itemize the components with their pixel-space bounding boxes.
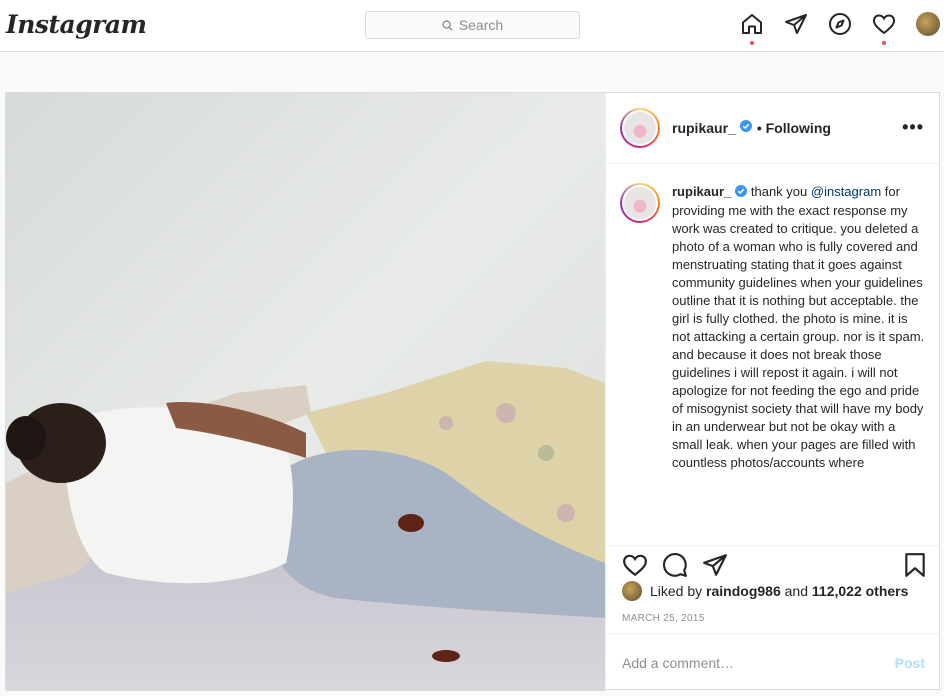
profile-avatar[interactable]	[916, 12, 940, 36]
comment-box: Add a comment… Post	[606, 633, 941, 691]
author-avatar[interactable]	[620, 108, 660, 148]
instagram-logo[interactable]: Instagram	[6, 10, 147, 39]
notification-dot	[750, 41, 754, 45]
likes-line: Liked by raindog986 and 112,022 others	[622, 581, 908, 601]
caption-username[interactable]: rupikaur_	[672, 184, 731, 199]
verified-badge-icon	[739, 119, 752, 137]
notification-dot	[882, 41, 886, 45]
comment-input[interactable]: Add a comment…	[622, 655, 895, 671]
caption-mention-link[interactable]: @instagram	[811, 184, 881, 199]
caption-avatar[interactable]	[620, 183, 660, 223]
liked-by-and: and	[784, 583, 808, 599]
direct-icon[interactable]	[784, 12, 808, 36]
caption-intro: thank you	[750, 184, 808, 199]
activity-icon[interactable]	[872, 12, 896, 45]
comment-icon[interactable]	[662, 552, 688, 578]
post-card: rupikaur_ • Following ••• rupikaur_ than…	[5, 92, 941, 691]
explore-icon[interactable]	[828, 12, 852, 36]
caption-body: for providing me with the exact response…	[672, 184, 925, 470]
verified-badge-icon	[735, 184, 748, 202]
post-date[interactable]: MARCH 25, 2015	[622, 613, 705, 624]
search-placeholder: Search	[458, 17, 504, 33]
home-icon[interactable]	[740, 12, 764, 45]
share-icon[interactable]	[702, 552, 728, 578]
liked-by-count[interactable]: 112,022 others	[812, 583, 909, 599]
post-sidebar: rupikaur_ • Following ••• rupikaur_ than…	[605, 93, 941, 691]
liked-by-prefix: Liked by	[650, 583, 703, 599]
save-bookmark-icon[interactable]	[902, 552, 928, 578]
post-header: rupikaur_ • Following •••	[606, 93, 940, 164]
following-status[interactable]: • Following	[757, 120, 831, 136]
top-navigation-bar: Instagram Search	[0, 0, 944, 52]
post-comment-button[interactable]: Post	[895, 655, 925, 671]
search-box[interactable]: Search	[365, 11, 580, 39]
search-icon	[442, 19, 453, 31]
post-image[interactable]	[6, 93, 605, 691]
caption-text-block: rupikaur_ thank you @instagram for provi…	[672, 183, 927, 545]
like-icon[interactable]	[622, 552, 648, 578]
liked-by-user[interactable]: raindog986	[706, 583, 781, 599]
more-options-icon[interactable]: •••	[902, 117, 924, 138]
author-username[interactable]: rupikaur_	[672, 120, 736, 136]
nav-icons	[740, 12, 940, 45]
caption-section: rupikaur_ thank you @instagram for provi…	[606, 165, 941, 545]
action-bar	[606, 545, 941, 585]
liker-avatar[interactable]	[622, 581, 642, 601]
